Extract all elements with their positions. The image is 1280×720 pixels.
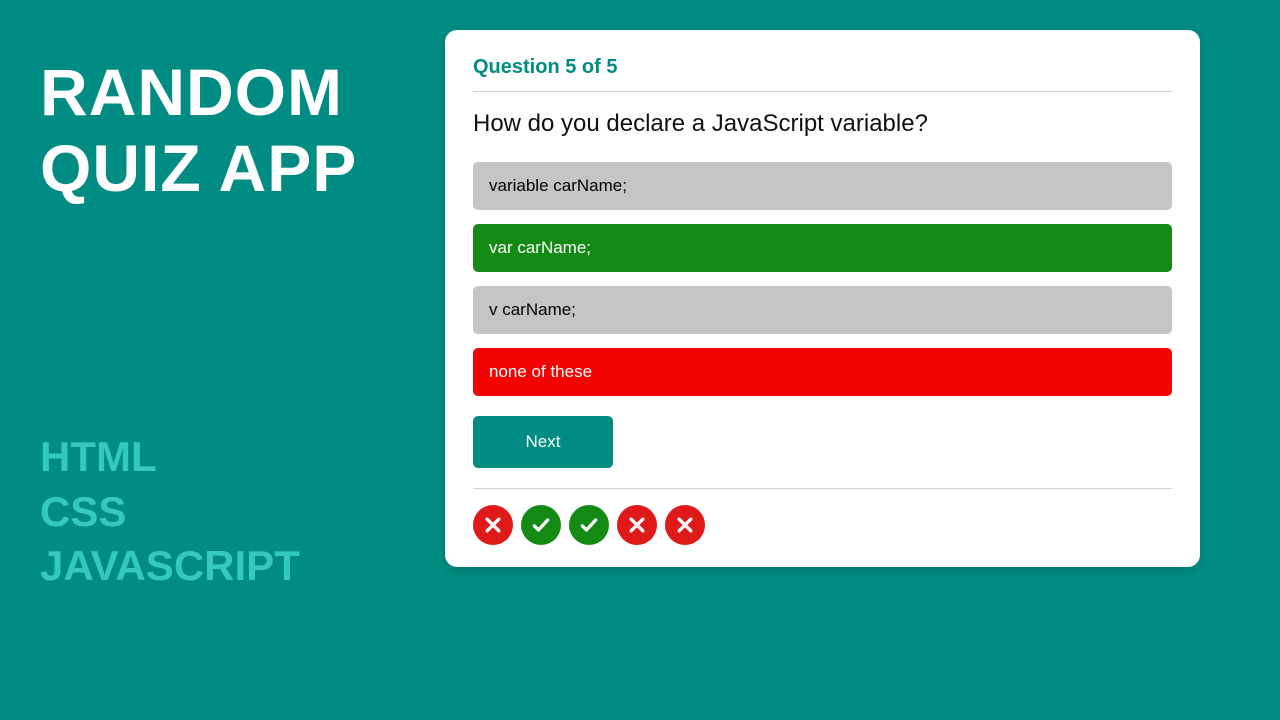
divider xyxy=(473,91,1172,92)
tech-item-html: HTML xyxy=(40,430,300,485)
option-button[interactable]: none of these xyxy=(473,348,1172,396)
option-button[interactable]: variable carName; xyxy=(473,162,1172,210)
tech-item-js: JAVASCRIPT xyxy=(40,539,300,594)
option-button[interactable]: var carName; xyxy=(473,224,1172,272)
next-button[interactable]: Next xyxy=(473,416,613,468)
question-text: How do you declare a JavaScript variable… xyxy=(473,110,1172,138)
history-wrong-icon xyxy=(617,505,657,545)
history-wrong-icon xyxy=(665,505,705,545)
quiz-card: Question 5 of 5 How do you declare a Jav… xyxy=(445,30,1200,567)
headline-block: RANDOM QUIZ APP xyxy=(40,55,440,207)
app-title-line2: QUIZ APP xyxy=(40,131,440,207)
option-button[interactable]: v carName; xyxy=(473,286,1172,334)
question-progress: Question 5 of 5 xyxy=(473,56,1172,91)
divider xyxy=(473,488,1172,489)
answer-history xyxy=(473,505,1172,545)
history-correct-icon xyxy=(569,505,609,545)
app-title-line1: RANDOM xyxy=(40,55,440,131)
tech-stack-block: HTML CSS JAVASCRIPT xyxy=(40,430,300,594)
tech-item-css: CSS xyxy=(40,485,300,540)
history-correct-icon xyxy=(521,505,561,545)
history-wrong-icon xyxy=(473,505,513,545)
options-list: variable carName; var carName; v carName; n… xyxy=(473,162,1172,410)
